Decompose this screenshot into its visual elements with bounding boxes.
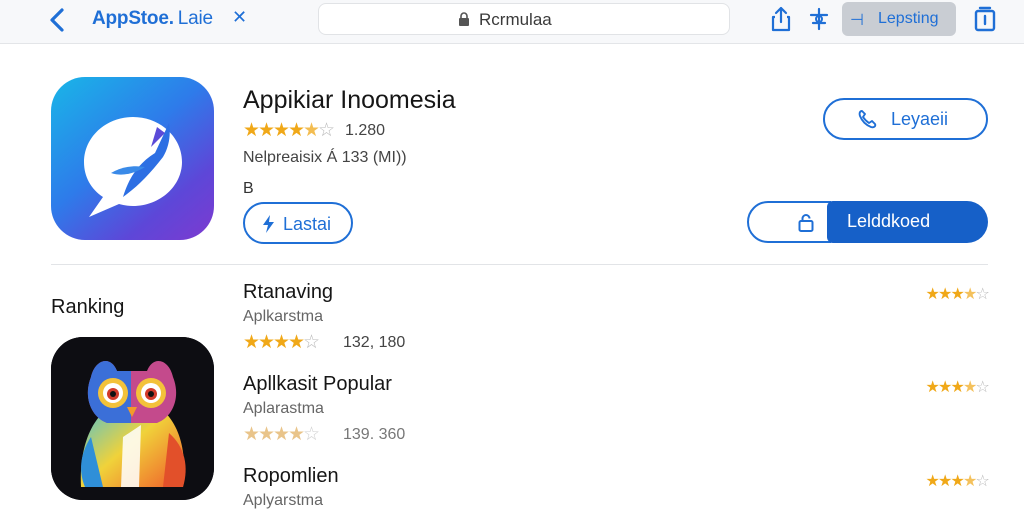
tabs-button[interactable] (970, 4, 1000, 34)
chevron-left-icon (50, 8, 64, 32)
empty-star-icon: ☆ (975, 286, 990, 303)
ranking-app-icon (51, 337, 214, 500)
empty-star-icon: ☆ (303, 332, 321, 353)
star-icon: ★ (243, 120, 261, 141)
chat-bird-icon (84, 117, 182, 217)
star-icon: ★ (938, 473, 953, 490)
list-item[interactable]: Rtanaving Aplkarstma ★★★★☆ 132, 180 ★★★★… (243, 281, 990, 361)
star-icon: ★ (925, 379, 940, 396)
item-subtitle: Aplarastma (243, 400, 324, 417)
download-button[interactable]: Lelddkoed (827, 201, 988, 243)
lock-icon (459, 12, 469, 26)
address-bar[interactable]: Rcrmulaa (318, 3, 730, 35)
item-title: Ropomlien (243, 465, 339, 487)
brand-name: AppStoe. (92, 8, 174, 29)
section-title: Ranking (51, 296, 125, 318)
half-star-icon: ★ (303, 120, 321, 141)
empty-star-icon: ☆ (975, 473, 990, 490)
item-right-stars: ★★★★☆ (925, 379, 990, 397)
reading-mode-button[interactable]: ⊣ Lepsting (842, 2, 956, 36)
star-icon: ★ (273, 424, 291, 445)
item-rating-count: 132, 180 (343, 334, 406, 351)
lock-toggle-button[interactable] (747, 201, 831, 243)
half-star-icon: ★ (963, 473, 978, 490)
app-icon (51, 77, 214, 240)
age-badge: B (243, 180, 254, 197)
item-rating-count: 139. 360 (343, 426, 406, 443)
contact-label: Leyaeii (891, 109, 949, 129)
half-star-icon: ★ (288, 424, 306, 445)
item-rating-stars: ★★★★☆ (243, 424, 321, 445)
install-small-label: Lastai (283, 214, 332, 234)
item-subtitle: Aplyarstma (243, 492, 324, 509)
half-star-icon: ★ (963, 286, 978, 303)
owl-icon (51, 337, 214, 500)
star-icon: ★ (243, 424, 261, 445)
star-icon: ★ (938, 286, 953, 303)
half-star-icon: ★ (963, 379, 978, 396)
share-icon (771, 6, 791, 32)
star-icon: ★ (273, 332, 291, 353)
star-icon: ★ (288, 120, 306, 141)
address-text: Rcrmulaa (479, 10, 552, 29)
browser-toolbar: AppStoe. Laie ✕ Rcrmulaa ⊣ Lepsting (0, 0, 1024, 44)
star-icon: ★ (243, 332, 261, 353)
item-rating-stars: ★★★★☆ (243, 332, 321, 353)
star-icon: ★ (273, 120, 291, 141)
split-icon: ⊣ (850, 12, 864, 29)
star-icon: ★ (258, 332, 276, 353)
item-title: Apllkasit Popular (243, 373, 392, 395)
reading-mode-label: Lepsting (878, 10, 939, 27)
star-icon: ★ (258, 424, 276, 445)
app-rating-stars: ★★★★★☆ (243, 120, 336, 141)
download-label: Lelddkoed (847, 211, 931, 231)
tag-icon (259, 213, 277, 240)
star-icon: ★ (950, 473, 965, 490)
back-button[interactable] (44, 6, 72, 34)
star-icon: ★ (258, 120, 276, 141)
padlock-icon (798, 214, 814, 232)
item-title: Rtanaving (243, 281, 334, 303)
phone-icon (858, 110, 877, 129)
divider (51, 264, 988, 265)
star-icon: ★ (288, 332, 306, 353)
install-small-button[interactable]: Lastai (243, 202, 353, 244)
item-right-stars: ★★★★☆ (925, 286, 990, 304)
brand-sub: Laie (177, 8, 213, 29)
close-icon[interactable]: ✕ (232, 7, 247, 28)
item-right-stars: ★★★★☆ (925, 473, 990, 491)
extensions-button[interactable] (806, 5, 832, 33)
list-item[interactable]: Ropomlien Aplyarstma ★★★★☆ (243, 465, 990, 512)
contact-button[interactable]: Leyaeii (823, 98, 988, 140)
item-subtitle: Aplkarstma (243, 308, 324, 325)
app-title: Appikiar Inoomesia (243, 86, 456, 114)
empty-star-icon: ☆ (303, 424, 321, 445)
brand-link[interactable]: AppStoe. Laie (92, 8, 213, 30)
rating-count: 1.280 (345, 122, 386, 139)
tabs-icon (974, 6, 996, 32)
star-icon: ★ (938, 379, 953, 396)
star-icon: ★ (950, 379, 965, 396)
star-icon: ★ (925, 473, 940, 490)
star-icon: ★ (925, 286, 940, 303)
developer-info: Nelpreaisix Á 133 (MI)) (243, 149, 407, 166)
download-split-button: Lelddkoed (747, 201, 988, 243)
star-icon: ★ (950, 286, 965, 303)
empty-star-icon: ☆ (318, 120, 336, 141)
puzzle-icon (809, 7, 829, 31)
list-item[interactable]: Apllkasit Popular Aplarastma ★★★★☆ 139. … (243, 373, 990, 453)
share-button[interactable] (768, 5, 794, 33)
empty-star-icon: ☆ (975, 379, 990, 396)
